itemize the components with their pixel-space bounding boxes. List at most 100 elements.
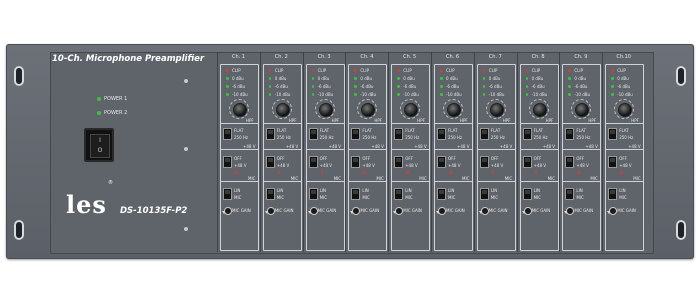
level-label: 0 dBu	[274, 75, 287, 81]
phantom-label: +48 V	[234, 163, 247, 168]
mic-gain-trim[interactable]	[438, 207, 446, 215]
lin-label: LIN	[362, 188, 369, 193]
power-switch-rocker[interactable]: I O	[90, 134, 110, 158]
lin-label: LIN	[619, 188, 626, 193]
flat-label: FLAT	[234, 128, 244, 133]
hpf-label: HPF	[374, 118, 383, 123]
hpf-label: HPF	[588, 118, 597, 123]
level-label: 0 dBu	[574, 75, 587, 81]
phantom-section-label: +48 V	[542, 144, 556, 149]
section-divider	[349, 123, 387, 124]
channel-box: CLIP 0 dBu -6 dBu -10 dBu HPF FLAT 250 H…	[348, 64, 388, 251]
off-label: OFF	[362, 156, 371, 161]
section-divider	[263, 181, 301, 182]
gain-knob[interactable]	[233, 103, 247, 117]
lin-mic-toggle[interactable]	[437, 188, 446, 200]
level-led	[611, 85, 614, 88]
mic-gain-label: MIC GAIN	[274, 208, 294, 213]
phantom-toggle[interactable]	[565, 156, 575, 168]
phantom-toggle[interactable]	[394, 156, 404, 168]
channel-strip: Ch. 8 CLIP 0 dBu -6 dBu -10 dBu HPF FLAT…	[516, 52, 559, 252]
section-divider	[606, 123, 644, 124]
lin-mic-toggle[interactable]	[522, 188, 532, 200]
level-label: 0 dBu	[403, 75, 415, 81]
mic-gain-trim[interactable]	[309, 207, 318, 215]
phantom-toggle[interactable]	[308, 156, 318, 168]
hpf-toggle[interactable]	[437, 128, 446, 140]
rack-ear-hole-bottom-left	[14, 220, 24, 240]
mic-gain-trim[interactable]	[266, 207, 275, 215]
section-divider	[392, 123, 430, 124]
flat-label: FLAT	[362, 128, 372, 133]
lin-mic-toggle[interactable]	[351, 188, 361, 200]
mic-gain-trim[interactable]	[609, 207, 618, 215]
freq-label: 250 Hz	[276, 135, 291, 140]
lin-mic-toggle[interactable]	[608, 188, 618, 200]
phantom-label: +48 V	[619, 163, 632, 168]
phantom-toggle[interactable]	[223, 156, 232, 168]
hpf-label: HPF	[417, 118, 425, 123]
phantom-toggle[interactable]	[437, 156, 446, 168]
hpf-toggle[interactable]	[565, 128, 575, 140]
hpf-toggle[interactable]	[394, 128, 404, 140]
phantom-toggle[interactable]	[265, 156, 275, 168]
mic-gain-trim[interactable]	[480, 207, 489, 215]
level-led	[482, 85, 486, 88]
level-label: -6 dBu	[574, 83, 588, 89]
clip-led	[611, 69, 614, 72]
lin-mic-toggle[interactable]	[479, 188, 489, 200]
phantom-section-label: +48 V	[414, 144, 427, 149]
section-divider	[606, 181, 644, 182]
power-switch[interactable]: I O	[84, 128, 114, 162]
lin-mic-toggle[interactable]	[565, 188, 575, 200]
mic-gain-trim[interactable]	[395, 207, 404, 215]
level-label: -6 dBu	[488, 83, 502, 89]
phantom-label: +48 V	[490, 163, 504, 168]
channel-title: Ch. 2	[274, 54, 288, 60]
level-led	[397, 93, 400, 96]
power-1-led	[97, 97, 101, 101]
phantom-toggle[interactable]	[479, 156, 489, 168]
level-led	[611, 77, 614, 80]
mic-gain-label: MIC GAIN	[317, 208, 337, 213]
device-title: 10-Ch. Microphone Preamplifier	[52, 54, 205, 64]
hpf-toggle[interactable]	[308, 128, 318, 140]
phantom-toggle[interactable]	[522, 156, 532, 168]
mic-gain-trim[interactable]	[566, 207, 575, 215]
gain-knob[interactable]	[275, 103, 290, 117]
section-divider	[306, 123, 344, 124]
gain-knob[interactable]	[532, 103, 547, 117]
mic-gain-trim[interactable]	[352, 207, 361, 215]
level-led	[525, 93, 529, 96]
mic-gain-label: MIC GAIN	[531, 208, 551, 213]
lin-mic-toggle[interactable]	[308, 188, 318, 200]
hpf-toggle[interactable]	[608, 128, 618, 140]
section-divider	[221, 123, 258, 124]
lin-mic-toggle[interactable]	[223, 188, 232, 200]
section-divider	[477, 149, 515, 150]
lin-mic-toggle[interactable]	[265, 188, 275, 200]
clip-label: CLIP	[403, 67, 412, 73]
hpf-toggle[interactable]	[479, 128, 489, 140]
lin-mic-toggle[interactable]	[394, 188, 404, 200]
mic-gain-trim[interactable]	[224, 207, 232, 215]
section-divider	[435, 123, 472, 124]
hpf-toggle[interactable]	[265, 128, 275, 140]
hpf-toggle[interactable]	[351, 128, 361, 140]
input-section-label: MIC	[633, 176, 641, 181]
hpf-toggle[interactable]	[223, 128, 232, 140]
section-divider	[606, 149, 644, 150]
gain-knob[interactable]	[318, 103, 333, 117]
hpf-label: HPF	[545, 118, 554, 123]
phantom-toggle[interactable]	[351, 156, 361, 168]
clip-led	[268, 69, 272, 72]
mic-gain-label: MIC GAIN	[403, 208, 422, 213]
gain-knob[interactable]	[489, 103, 504, 117]
phantom-toggle[interactable]	[608, 156, 618, 168]
mic-gain-label: MIC GAIN	[446, 208, 465, 213]
hpf-toggle[interactable]	[522, 128, 532, 140]
channel-strip: Ch. 3 CLIP 0 dBu -6 dBu -10 dBu HPF FLAT…	[302, 52, 345, 252]
mic-gain-trim[interactable]	[523, 207, 532, 215]
gain-knob[interactable]	[447, 103, 461, 117]
channel-box: CLIP 0 dBu -6 dBu -10 dBu HPF FLAT 250 H…	[262, 64, 302, 251]
